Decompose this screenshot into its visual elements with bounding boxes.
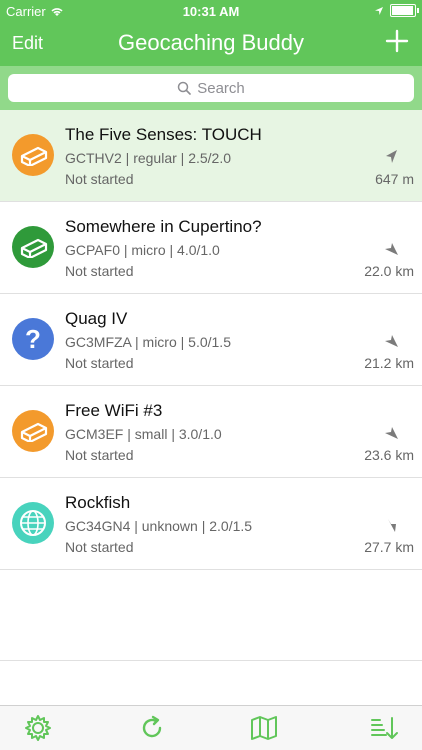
cache-name: Rockfish (65, 493, 131, 512)
traditional-cache-icon (12, 134, 54, 176)
traditional-cache-icon (12, 226, 54, 268)
direction-arrow-icon (385, 427, 398, 439)
direction-arrow-icon (385, 243, 398, 255)
cache-state: Not started (65, 171, 134, 187)
search-bar: Search (0, 66, 422, 110)
cache-name: Free WiFi #3 (65, 401, 163, 420)
bottom-toolbar (0, 705, 422, 750)
cache-distance: 27.7 km (364, 539, 414, 555)
cache-distance: 23.6 km (364, 447, 414, 463)
multi-cache-icon (12, 410, 54, 452)
cache-meta: GCTHV2 | regular | 2.5/2.0 (65, 150, 232, 166)
search-placeholder: Search (197, 79, 245, 97)
cache-meta: GCM3EF | small | 3.0/1.0 (65, 426, 222, 442)
cache-state: Not started (65, 355, 134, 371)
status-right (374, 4, 419, 17)
earth-cache-icon (12, 502, 54, 544)
divider (0, 660, 422, 661)
sort-icon[interactable] (368, 712, 400, 744)
settings-icon[interactable] (22, 712, 54, 744)
list-item[interactable]: ? Quag IV GC3MFZA | micro | 5.0/1.5 Not … (0, 294, 422, 386)
list-item[interactable]: The Five Senses: TOUCH GCTHV2 | regular … (0, 110, 422, 202)
search-input[interactable]: Search (8, 74, 414, 102)
add-icon[interactable] (384, 28, 410, 54)
cache-distance: 22.0 km (364, 263, 414, 279)
page-title: Geocaching Buddy (118, 30, 304, 55)
cache-state: Not started (65, 263, 134, 279)
direction-arrow-icon (388, 519, 396, 532)
search-icon (177, 81, 192, 95)
cache-state: Not started (65, 539, 134, 555)
status-bar: Carrier 10:31 AM (0, 0, 422, 22)
map-icon[interactable] (248, 712, 280, 744)
cache-meta: GC34GN4 | unknown | 2.0/1.5 (65, 518, 253, 534)
list-item[interactable]: Rockfish GC34GN4 | unknown | 2.0/1.5 Not… (0, 478, 422, 570)
cache-distance: 647 m (375, 171, 414, 187)
cache-distance: 21.2 km (364, 355, 414, 371)
cache-list: The Five Senses: TOUCH GCTHV2 | regular … (0, 110, 422, 570)
cache-meta: GCPAF0 | micro | 4.0/1.0 (65, 242, 220, 258)
list-item[interactable]: Free WiFi #3 GCM3EF | small | 3.0/1.0 No… (0, 386, 422, 478)
mystery-cache-icon: ? (12, 318, 54, 360)
cache-name: The Five Senses: TOUCH (65, 125, 262, 144)
navigation-bar: Edit Geocaching Buddy (0, 22, 422, 66)
refresh-icon[interactable] (136, 712, 168, 744)
cache-meta: GC3MFZA | micro | 5.0/1.5 (65, 334, 231, 350)
cache-name: Somewhere in Cupertino? (65, 217, 262, 236)
direction-arrow-icon (386, 150, 397, 163)
cache-state: Not started (65, 447, 134, 463)
battery-icon (390, 4, 419, 17)
cache-name: Quag IV (65, 309, 128, 328)
location-arrow-icon (375, 6, 383, 15)
status-time: 10:31 AM (182, 4, 240, 19)
list-item[interactable]: Somewhere in Cupertino? GCPAF0 | micro |… (0, 202, 422, 294)
direction-arrow-icon (385, 335, 398, 347)
